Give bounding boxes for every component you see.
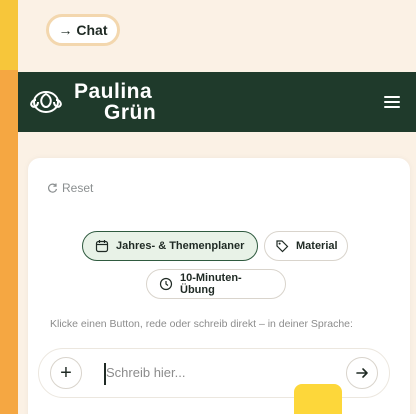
material-button-label: Material (296, 240, 338, 252)
reset-button[interactable]: Reset (48, 181, 93, 195)
floating-badge[interactable] (294, 384, 342, 414)
planner-button-label: Jahres- & Themenplaner (116, 240, 245, 252)
site-header: Paulina Grün (18, 72, 416, 132)
chat-button[interactable]: → Chat (46, 14, 120, 46)
brand-name-line2: Grün (104, 101, 157, 124)
menu-icon[interactable] (384, 96, 400, 108)
hint-text: Klicke einen Button, rede oder schreib d… (50, 318, 353, 330)
add-button[interactable]: + (50, 357, 82, 389)
clock-icon (159, 277, 173, 291)
arrow-right-icon (356, 368, 368, 378)
message-input[interactable]: Schreib hier... (106, 365, 186, 380)
send-button[interactable] (346, 357, 378, 389)
reset-label: Reset (62, 181, 94, 195)
ten-minute-button[interactable]: 10-Minuten-Übung (146, 269, 286, 299)
ten-minute-button-label: 10-Minuten-Übung (180, 272, 242, 296)
calendar-icon (95, 240, 109, 253)
reset-icon (48, 183, 58, 193)
plus-icon: + (60, 361, 72, 384)
logo-icon (30, 90, 62, 114)
material-button[interactable]: Material (264, 231, 348, 261)
tag-icon (276, 240, 289, 253)
planner-button[interactable]: Jahres- & Themenplaner (82, 231, 258, 261)
